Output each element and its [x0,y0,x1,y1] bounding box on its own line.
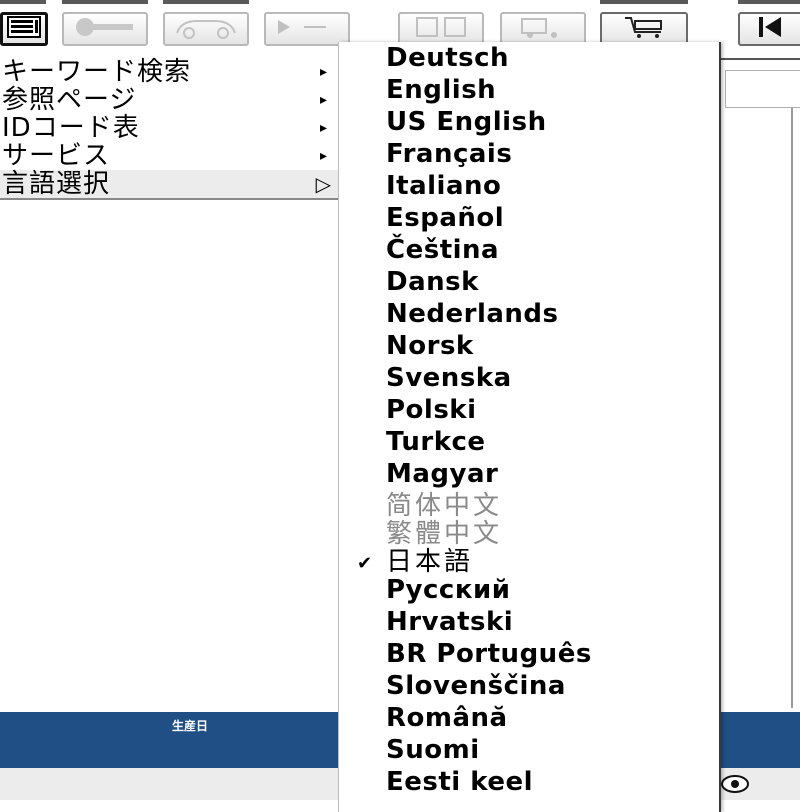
language-label: Nederlands [386,299,559,329]
language-option[interactable]: Turkce [339,427,717,460]
language-option[interactable]: Magyar [339,459,717,492]
tab-indicator [738,0,800,4]
language-label: Magyar [386,459,499,489]
submenu-arrow-icon: ▸ [319,148,328,164]
language-label: Eesti keel [386,767,534,797]
language-label: Italiano [386,171,502,201]
language-label: Polski [386,395,477,425]
language-submenu: Deutsch English US English Français Ital… [338,42,721,812]
language-label: Dansk [386,267,479,297]
language-option[interactable]: Suomi [339,735,717,768]
language-option[interactable]: Nederlands [339,299,717,332]
language-label: English [386,75,497,105]
menu-item-id-code-table[interactable]: IDコード表 ▸ [0,114,338,142]
language-label: Čeština [386,235,500,265]
submenu-arrow-icon: ▸ [319,64,328,80]
submenu-arrow-icon: ▸ [319,92,328,108]
menu-item-language-select[interactable]: 言語選択 ▷ [0,170,338,198]
eye-icon[interactable] [720,774,750,798]
language-option[interactable]: Română [339,703,717,736]
language-option[interactable]: Hrvatski [339,607,717,640]
vehicle-icon [171,15,241,43]
language-option[interactable]: Polski [339,395,717,428]
language-label: Norsk [386,331,474,361]
column-header-production-date[interactable]: 生産日 [172,717,208,734]
menu-item-label: キーワード検索 [2,57,192,87]
language-label: Deutsch [386,43,510,73]
language-label: Svenska [386,363,512,393]
language-option[interactable]: Slovenščina [339,671,717,704]
language-label: Русский [386,575,511,605]
vehicle-button[interactable] [163,12,249,46]
language-option[interactable]: US English [339,107,717,140]
menu-button[interactable] [0,12,48,46]
language-option[interactable]: Italiano [339,171,717,204]
menu-icon [7,16,41,42]
language-label: BR Português [386,639,592,669]
menu-item-reference-page[interactable]: 参照ページ ▸ [0,86,338,114]
language-label: Română [386,703,508,733]
key-icon [73,16,137,42]
tab-indicator [163,0,249,4]
menu-item-label: 言語選択 [2,169,111,199]
language-label: Slovenščina [386,671,566,701]
menu-item-keyword-search[interactable]: キーワード検索 ▸ [0,58,338,86]
cart-icon [621,15,667,43]
menu-item-label: サービス [2,141,111,171]
language-option[interactable]: Français [339,139,717,172]
submenu-arrow-icon: ▸ [319,120,328,136]
language-label: Español [386,203,505,233]
language-option[interactable]: Deutsch [339,43,717,76]
panel-border [716,58,800,60]
document-icon [411,15,471,43]
menu-item-label: IDコード表 [2,113,140,143]
language-label: Français [386,139,513,169]
language-label: Turkce [386,427,486,457]
submenu-arrow-icon: ▷ [315,172,332,196]
language-option[interactable]: Svenska [339,363,717,396]
text-field[interactable] [725,70,800,108]
language-option[interactable]: Čeština [339,235,717,268]
play-icon [276,17,336,41]
language-label: Hrvatski [386,607,514,637]
language-option[interactable]: BR Português [339,639,717,672]
language-option[interactable]: Español [339,203,717,236]
cart-button[interactable] [600,12,688,46]
language-label: US English [386,107,547,137]
skip-back-icon [753,15,793,43]
tab-indicator [0,0,46,4]
context-menu: キーワード検索 ▸ 参照ページ ▸ IDコード表 ▸ サービス ▸ 言語選択 ▷ [0,58,338,200]
play-button[interactable] [264,12,350,46]
language-option[interactable]: Русский [339,575,717,608]
truck-icon [518,15,568,43]
panel-divider [791,108,793,708]
menu-item-label: 参照ページ [2,85,137,115]
document-button[interactable] [398,12,484,46]
language-option[interactable]: English [339,75,717,108]
language-option[interactable]: Norsk [339,331,717,364]
key-button[interactable] [62,12,148,46]
language-option[interactable]: Dansk [339,267,717,300]
truck-button[interactable] [500,12,586,46]
menu-item-service[interactable]: サービス ▸ [0,142,338,170]
language-label: Suomi [386,735,480,765]
language-option[interactable]: Eesti keel [339,767,717,800]
skip-back-button[interactable] [738,12,800,46]
tab-indicator [62,0,148,4]
tab-indicator [600,0,688,4]
